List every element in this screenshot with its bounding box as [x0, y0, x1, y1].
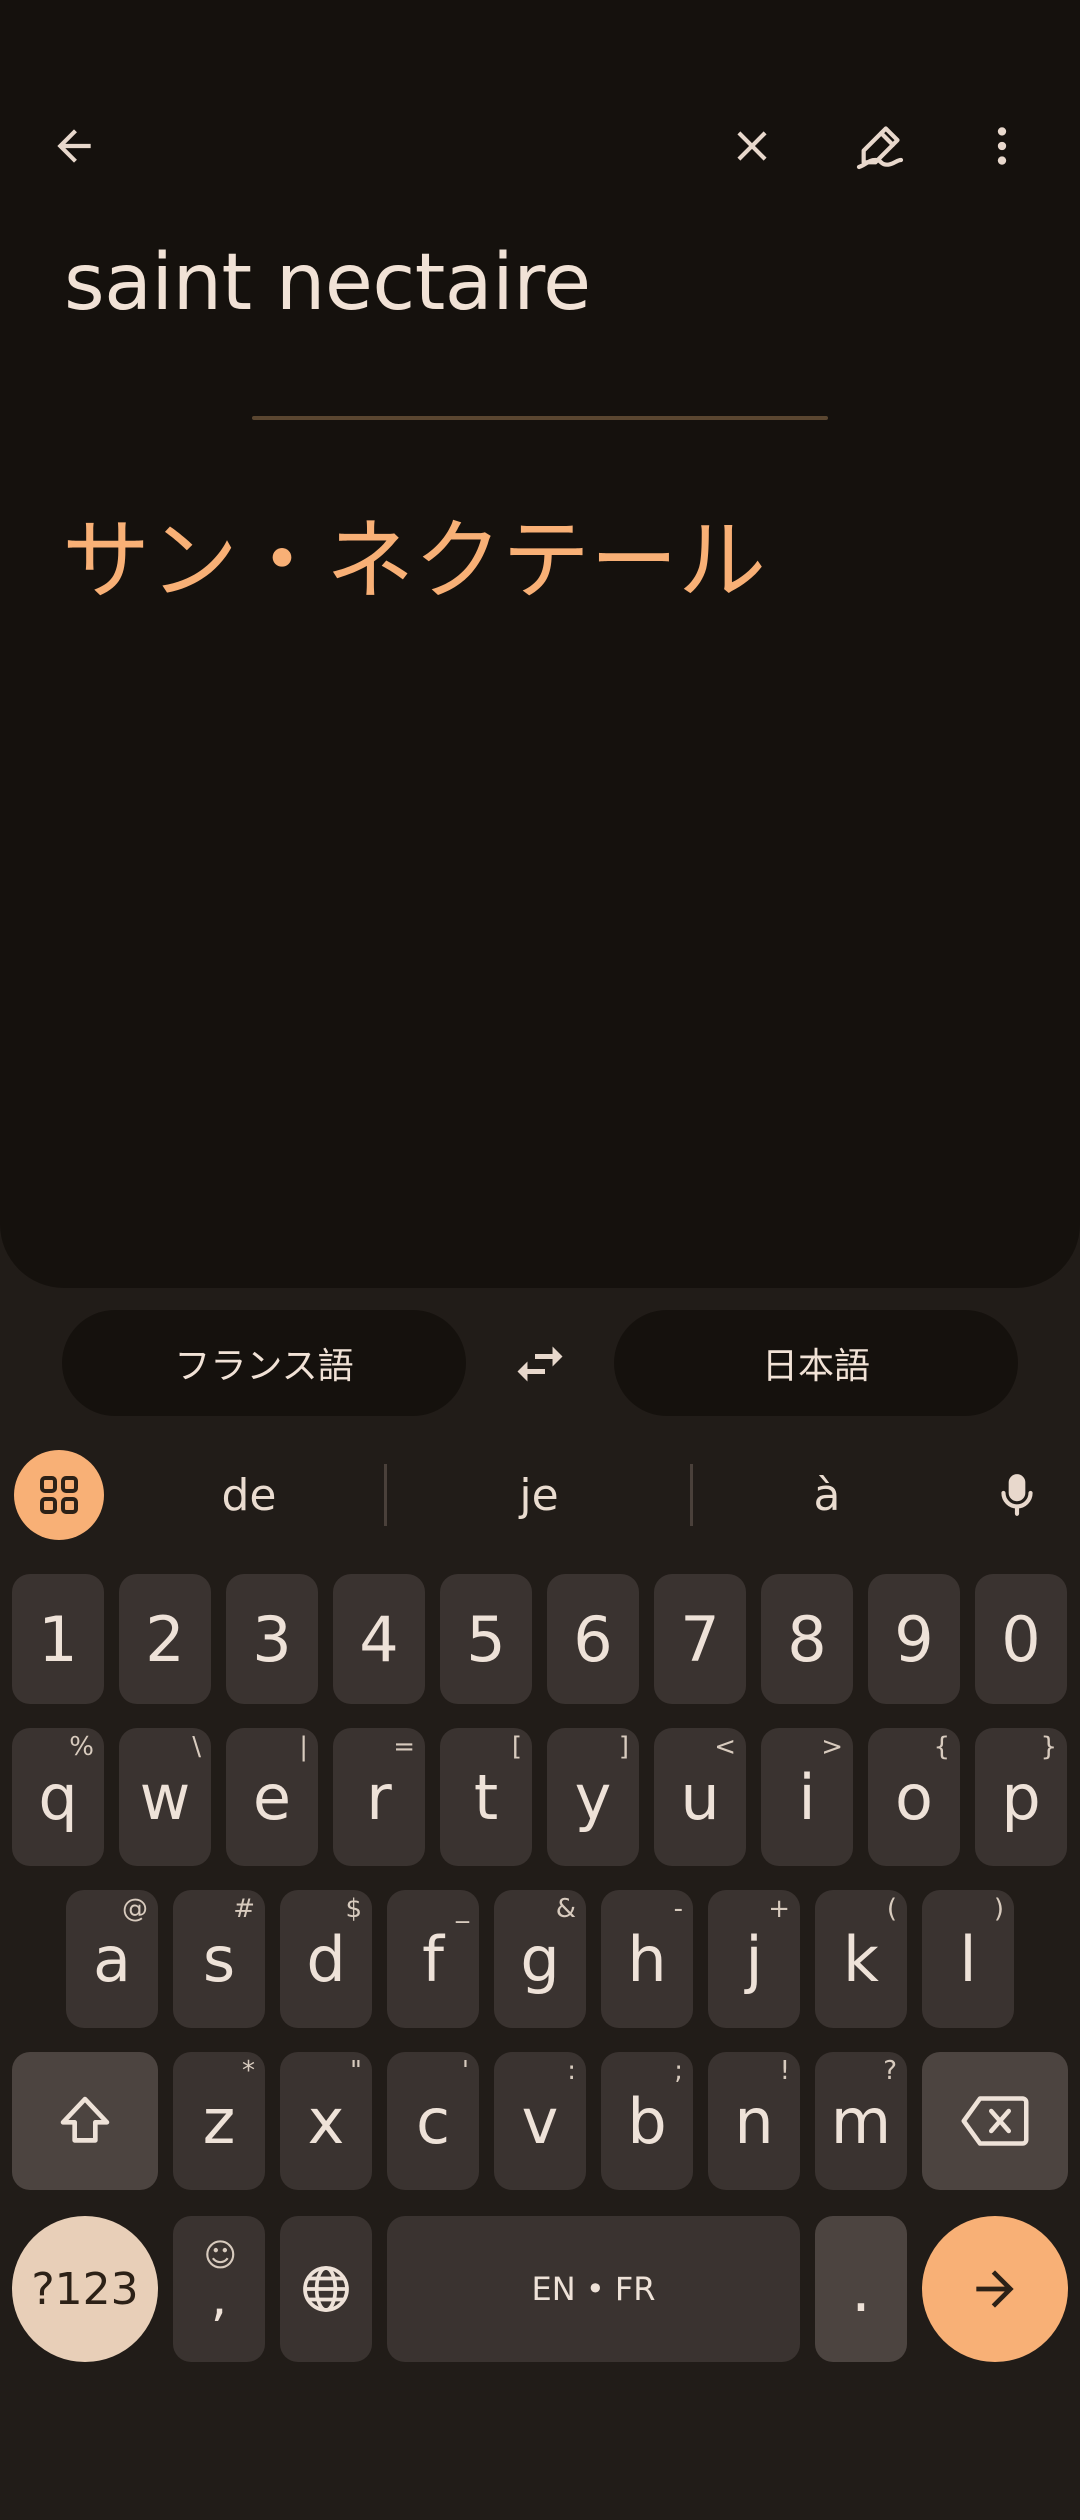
enter-key[interactable] [922, 2216, 1068, 2362]
key-x[interactable]: x " [280, 2052, 372, 2190]
key-w[interactable]: w \ [119, 1728, 211, 1866]
swap-arrows-icon [517, 1346, 563, 1382]
source-text-input[interactable]: saint nectaire [64, 238, 591, 328]
source-language-button[interactable]: フランス語 [62, 1310, 466, 1416]
globe-icon [303, 2266, 349, 2312]
emoji-icon: ☺ [203, 2236, 237, 2274]
grid-apps-icon [40, 1476, 78, 1514]
suggestion-2[interactable]: je [414, 1450, 664, 1540]
language-switch-key[interactable] [280, 2216, 372, 2362]
suggestion-3[interactable]: à [702, 1450, 952, 1540]
key-z[interactable]: z * [173, 2052, 265, 2190]
shift-icon [60, 2096, 110, 2143]
back-button[interactable] [26, 98, 122, 194]
key-m[interactable]: m? [815, 2052, 907, 2190]
key-0[interactable]: 0 [975, 1574, 1067, 1704]
key-a[interactable]: a @ [66, 1890, 158, 2028]
key-8[interactable]: 8 [761, 1574, 853, 1704]
keyboard-toolbar-button[interactable] [14, 1450, 104, 1540]
key-d[interactable]: d $ [280, 1890, 372, 2028]
mic-icon [1001, 1474, 1033, 1516]
key-6[interactable]: 6 [547, 1574, 639, 1704]
key-2[interactable]: 2 [119, 1574, 211, 1704]
key-e[interactable]: e | [226, 1728, 318, 1866]
arrow-back-icon [57, 129, 91, 163]
comma-emoji-key[interactable]: , ☺ [173, 2216, 265, 2362]
key-g[interactable]: g & [494, 1890, 586, 2028]
key-c[interactable]: c ' [387, 2052, 479, 2190]
key-7[interactable]: 7 [654, 1574, 746, 1704]
period-key[interactable]: . [815, 2216, 907, 2362]
suggestion-separator [690, 1464, 693, 1526]
key-r[interactable]: r = [333, 1728, 425, 1866]
voice-input-button[interactable] [972, 1450, 1062, 1540]
backspace-icon [961, 2096, 1029, 2146]
space-key[interactable]: EN • FR [387, 2216, 800, 2362]
shift-key[interactable] [12, 2052, 158, 2190]
arrow-forward-icon [976, 2270, 1014, 2308]
key-q[interactable]: q% [12, 1728, 104, 1866]
key-5[interactable]: 5 [440, 1574, 532, 1704]
suggestion-1[interactable]: de [124, 1450, 374, 1540]
swap-languages-button[interactable] [492, 1316, 588, 1412]
more-vert-icon [997, 127, 1007, 165]
divider [252, 416, 828, 420]
key-p[interactable]: p} [975, 1728, 1067, 1866]
close-icon [737, 131, 767, 161]
key-k[interactable]: k( [815, 1890, 907, 2028]
key-f[interactable]: f _ [387, 1890, 479, 2028]
source-language-label: フランス語 [174, 1346, 354, 1387]
key-4[interactable]: 4 [333, 1574, 425, 1704]
key-v[interactable]: v: [494, 2052, 586, 2190]
backspace-key[interactable] [922, 2052, 1068, 2190]
key-n[interactable]: n! [708, 2052, 800, 2190]
handwriting-button[interactable] [832, 98, 928, 194]
clear-button[interactable] [704, 98, 800, 194]
key-3[interactable]: 3 [226, 1574, 318, 1704]
key-t[interactable]: t[ [440, 1728, 532, 1866]
translated-text: サン・ネクテール [62, 509, 767, 612]
handwriting-pen-icon [856, 126, 904, 170]
key-h[interactable]: h- [601, 1890, 693, 2028]
key-i[interactable]: i > [761, 1728, 853, 1866]
target-language-label: 日本語 [761, 1346, 870, 1387]
key-u[interactable]: u < [654, 1728, 746, 1866]
key-1[interactable]: 1 [12, 1574, 104, 1704]
key-s[interactable]: s # [173, 1890, 265, 2028]
target-language-button[interactable]: 日本語 [614, 1310, 1018, 1416]
translation-panel: saint nectaire サン・ネクテール [0, 0, 1080, 1288]
key-y[interactable]: y] [547, 1728, 639, 1866]
key-l[interactable]: l) [922, 1890, 1014, 2028]
key-o[interactable]: o{ [868, 1728, 960, 1866]
key-j[interactable]: j + [708, 1890, 800, 2028]
suggestion-separator [384, 1464, 387, 1526]
symbols-key[interactable]: ?123 [12, 2216, 158, 2362]
key-b[interactable]: b; [601, 2052, 693, 2190]
key-9[interactable]: 9 [868, 1574, 960, 1704]
more-options-button[interactable] [954, 98, 1050, 194]
